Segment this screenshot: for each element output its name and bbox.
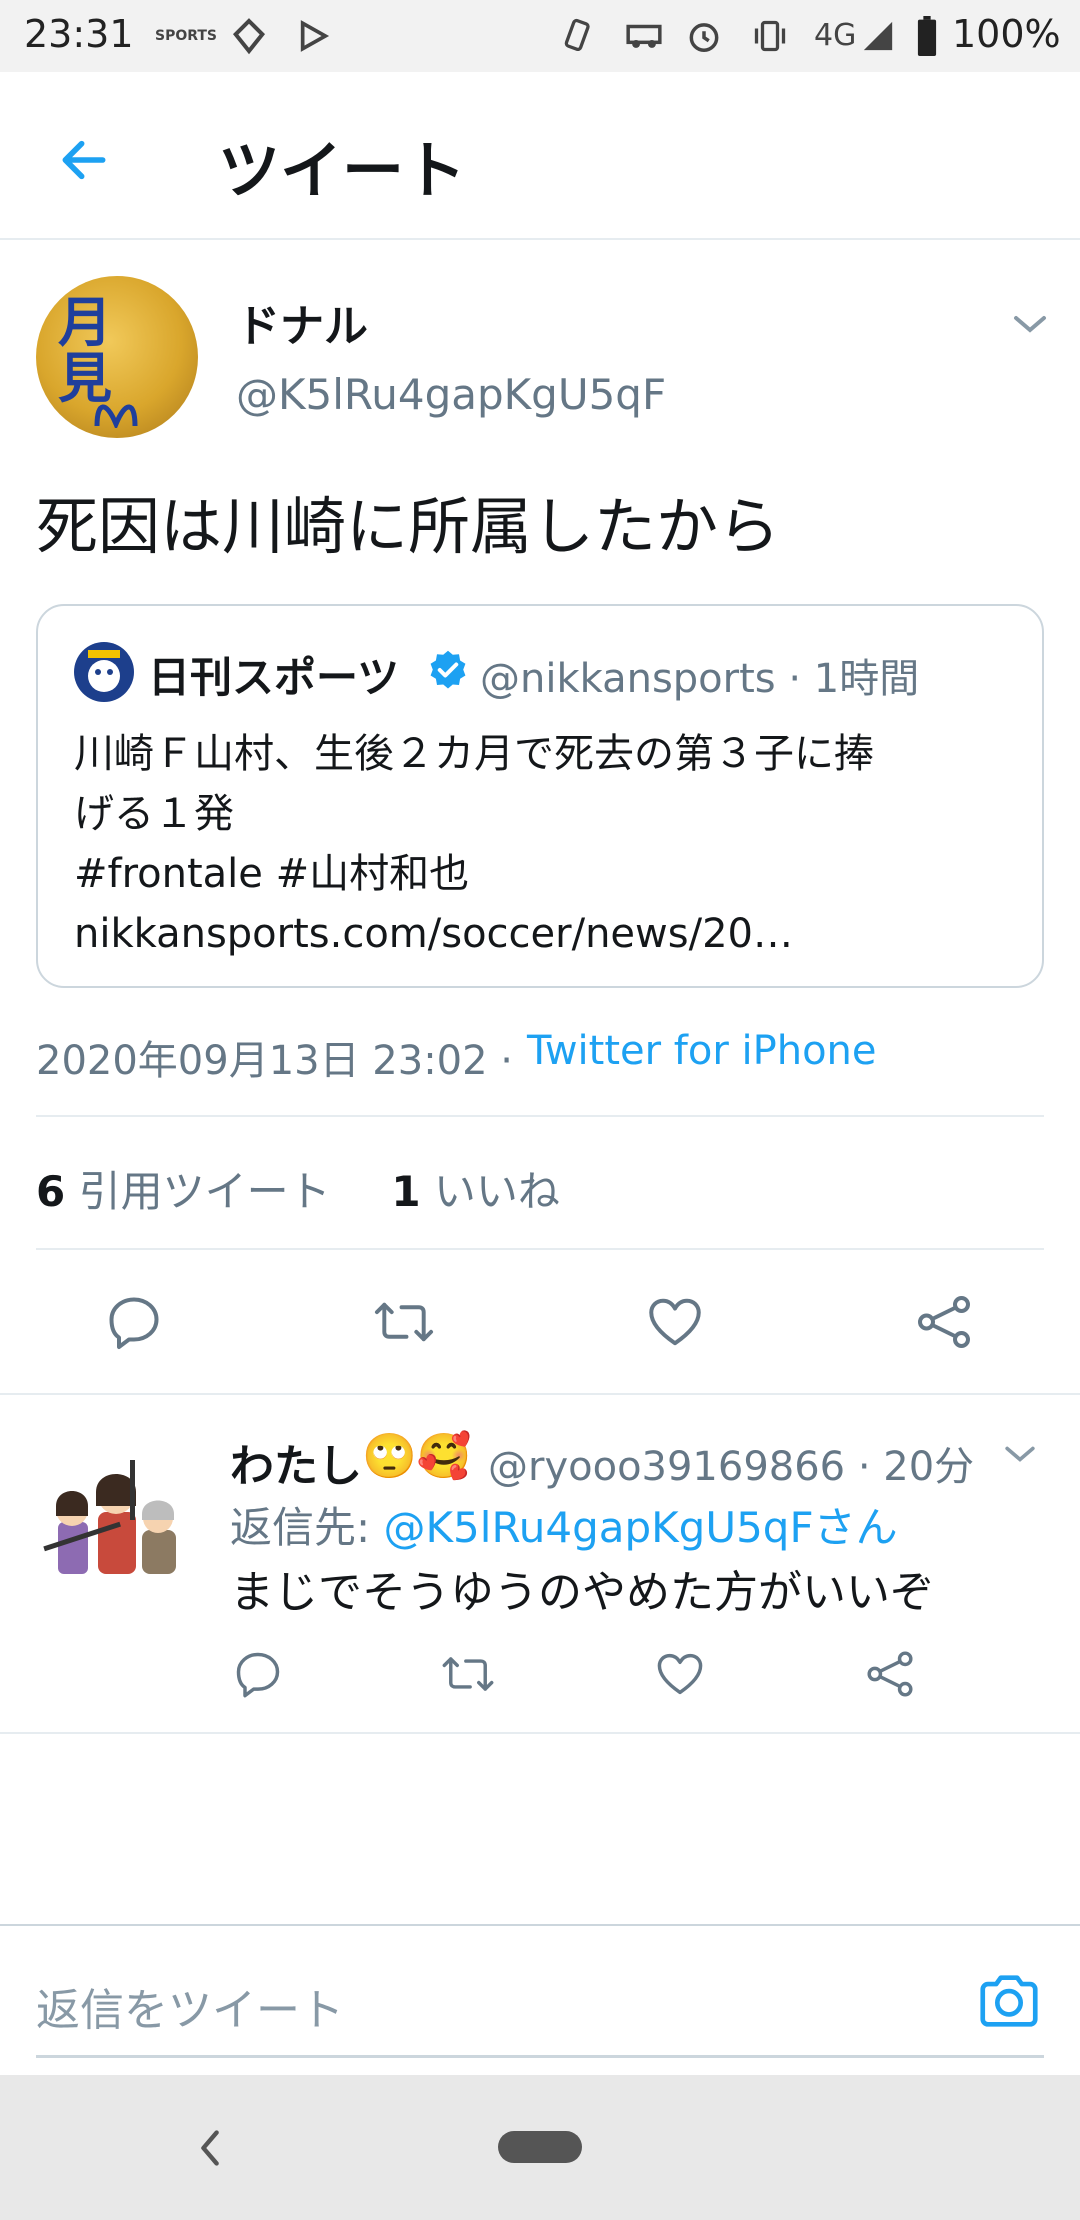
divider: [36, 1248, 1044, 1250]
divider: [0, 1924, 1080, 1926]
reply-handle-time[interactable]: @ryooo39169866 · 20分: [488, 1434, 974, 1492]
chevron-left-icon: [201, 2130, 219, 2166]
battery-icon: [912, 14, 942, 58]
arrow-left-icon: [62, 140, 106, 180]
tweet-stats: 6 引用ツイート 1 いいね: [36, 1158, 560, 1219]
system-nav-bar: [0, 2075, 1080, 2220]
like-label: いいね: [433, 1167, 560, 1216]
share-icon: [918, 1296, 970, 1348]
share-button[interactable]: [908, 1286, 980, 1358]
like-count: 1: [391, 1167, 421, 1216]
verified-badge-icon: [430, 650, 466, 689]
divider: [0, 1732, 1080, 1734]
battery-percent: 100%: [952, 12, 1061, 56]
alarm-icon: [682, 14, 726, 58]
compose-underline: [36, 2055, 1044, 2058]
reply-share-button[interactable]: [854, 1638, 926, 1710]
reply-icon: [236, 1652, 280, 1698]
author-avatar[interactable]: 月見: [36, 276, 198, 438]
avatar-text: 月見: [58, 290, 112, 410]
heart-icon: [649, 1298, 701, 1346]
system-home-pill[interactable]: [498, 2131, 582, 2163]
reply-to-line: 返信先: @K5lRu4gapKgU5qFさん: [230, 1494, 898, 1555]
reply-retweet-button[interactable]: [432, 1638, 504, 1710]
system-back-button[interactable]: [180, 2113, 240, 2183]
status-bar: 23:31 SPORTS 4G 100%: [0, 0, 1080, 72]
play-store-icon: [294, 14, 334, 58]
back-button[interactable]: [40, 116, 128, 204]
quote-text-line: げる１発: [74, 791, 234, 837]
quote-link[interactable]: nikkansports.com/soccer/news/20…: [74, 904, 1024, 964]
share-icon: [867, 1651, 913, 1697]
quote-label: 引用ツイート: [78, 1167, 331, 1216]
signal-icon: [860, 14, 896, 58]
network-type: 4G: [814, 18, 857, 53]
mcdonalds-logo-icon: [94, 404, 138, 428]
reply-compose-input[interactable]: 返信をツイート: [36, 1974, 344, 2038]
camera-icon[interactable]: [974, 1966, 1044, 2036]
quote-hashtags[interactable]: #frontale #山村和也: [74, 844, 1024, 904]
header-bar: ツイート: [0, 72, 1080, 240]
reply-like-button[interactable]: [644, 1638, 716, 1710]
reply-to-user-link[interactable]: @K5lRu4gapKgU5qFさん: [384, 1503, 898, 1552]
tweet-text: 死因は川崎に所属したから: [36, 490, 781, 563]
divider: [0, 1393, 1080, 1395]
retweet-icon: [374, 1302, 434, 1342]
reply-reply-button[interactable]: [222, 1638, 294, 1710]
author-name[interactable]: ドナル: [236, 290, 368, 354]
reply-author-name[interactable]: わたし: [230, 1430, 362, 1494]
quote-text-line: 川崎Ｆ山村、生後２カ月で死去の第３子に捧: [74, 731, 874, 777]
quote-tweets-stat[interactable]: 6 引用ツイート: [36, 1167, 331, 1216]
reply-author-avatar[interactable]: [36, 1430, 198, 1592]
quoted-tweet-card[interactable]: 日刊スポーツ @nikkansports · 1時間 川崎Ｆ山村、生後２カ月で死…: [36, 604, 1044, 988]
status-time: 23:31: [24, 12, 134, 56]
page-title: ツイート: [218, 134, 467, 207]
sync-icon: [226, 14, 272, 58]
retweet-icon: [442, 1657, 494, 1691]
likes-stat[interactable]: 1 いいね: [391, 1167, 560, 1216]
heart-icon: [657, 1653, 703, 1695]
tweet-timestamp: 2020年09月13日 23:02 ·: [36, 1038, 514, 1084]
quote-author-name: 日刊スポーツ: [148, 653, 400, 702]
quote-text: 川崎Ｆ山村、生後２カ月で死去の第３子に捧 げる１発 #frontale #山村和…: [74, 724, 1024, 964]
reply-author-emoji: 🙄🥰: [362, 1431, 472, 1482]
like-button[interactable]: [639, 1286, 711, 1358]
nfc-icon: [558, 14, 602, 58]
reply-text: まじでそうゆうのやめた方がいいぞ: [230, 1567, 934, 1618]
chevron-down-icon[interactable]: [1006, 300, 1054, 348]
retweet-button[interactable]: [368, 1286, 440, 1358]
quote-count: 6: [36, 1167, 66, 1216]
reply-icon: [109, 1297, 159, 1349]
sports-app-icon: SPORTS: [154, 28, 218, 44]
reply-to-label: 返信先:: [230, 1503, 384, 1552]
author-handle[interactable]: @K5lRu4gapKgU5qF: [236, 370, 666, 419]
divider: [36, 1115, 1044, 1117]
quote-avatar: [74, 642, 134, 702]
reply-button[interactable]: [98, 1286, 170, 1358]
vibrate-icon: [748, 14, 792, 58]
voicemail-icon: [622, 14, 666, 58]
tweet-source-link[interactable]: Twitter for iPhone: [527, 1028, 877, 1074]
chevron-down-icon[interactable]: [998, 1432, 1042, 1476]
quote-handle-time: @nikkansports · 1時間: [480, 656, 920, 702]
